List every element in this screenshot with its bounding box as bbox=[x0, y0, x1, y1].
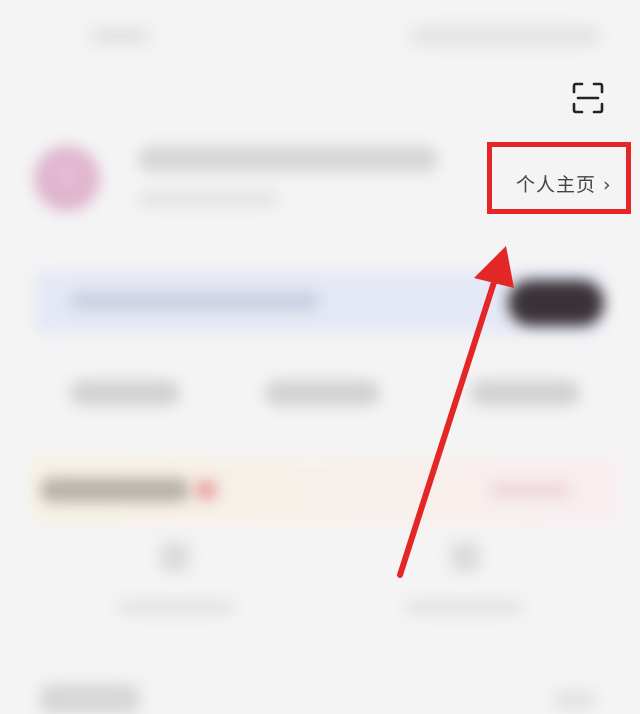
blurred-banner-button[interactable] bbox=[508, 280, 604, 326]
blurred-promo-badge bbox=[195, 480, 217, 500]
blurred-promo-action[interactable] bbox=[490, 482, 570, 498]
blurred-shortcut-label-1 bbox=[118, 600, 234, 614]
blurred-stat-1[interactable] bbox=[70, 380, 180, 406]
blurred-bottom-left bbox=[40, 684, 140, 714]
blurred-top-left bbox=[90, 28, 150, 44]
scan-icon-graphic bbox=[572, 82, 604, 114]
highlight-box bbox=[487, 142, 631, 214]
avatar[interactable] bbox=[34, 146, 100, 212]
blurred-shortcut-icon-1[interactable] bbox=[160, 542, 190, 572]
blurred-promo-title bbox=[40, 478, 190, 502]
annotation-arrow bbox=[397, 246, 514, 578]
blurred-bottom-right bbox=[555, 690, 595, 710]
blurred-shortcut-icon-2[interactable] bbox=[450, 542, 480, 572]
blurred-username bbox=[138, 146, 438, 172]
scan-icon[interactable] bbox=[572, 82, 604, 114]
blurred-shortcut-label-2 bbox=[405, 600, 523, 614]
blurred-banner-text bbox=[70, 292, 320, 310]
blurred-user-subtitle bbox=[138, 192, 278, 206]
blurred-top-right bbox=[410, 26, 600, 46]
blurred-stat-2[interactable] bbox=[265, 380, 380, 406]
blurred-stat-3[interactable] bbox=[470, 380, 580, 406]
